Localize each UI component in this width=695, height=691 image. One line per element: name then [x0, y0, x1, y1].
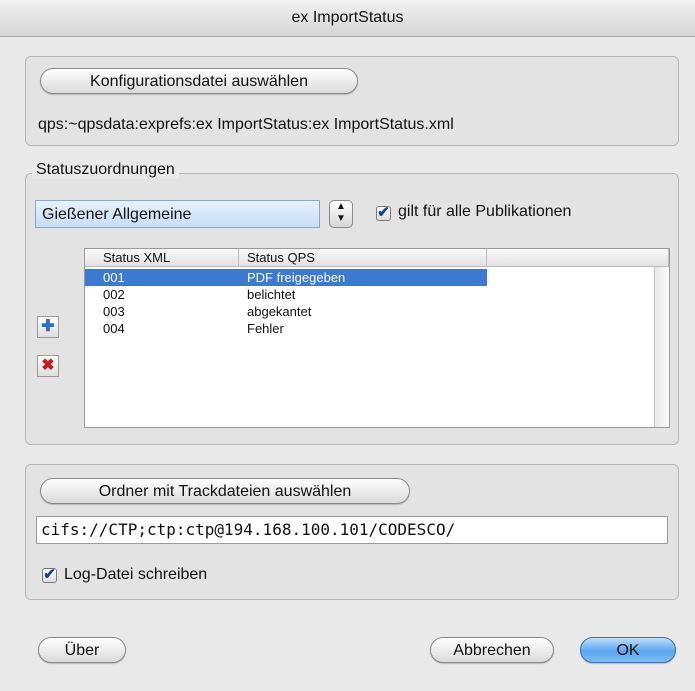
log-file-checkbox[interactable]: ✔ — [42, 567, 57, 583]
cell-status-xml: 001 — [103, 270, 125, 285]
table-scrollbar[interactable] — [654, 267, 669, 427]
cell-status-qps: PDF freigegeben — [247, 270, 346, 285]
cell-status-xml: 002 — [103, 287, 125, 302]
select-config-button[interactable]: Konfigurationsdatei auswählen — [40, 68, 358, 94]
remove-row-button[interactable]: ✖ — [37, 355, 59, 377]
table-row[interactable]: 003 abgekantet — [85, 303, 487, 320]
cancel-button[interactable]: Abbrechen — [430, 637, 554, 663]
all-publications-checkbox[interactable]: ✔ — [376, 205, 391, 221]
log-file-label: Log-Datei schreiben — [64, 566, 208, 583]
all-publications-label: gilt für alle Publikationen — [398, 203, 572, 220]
x-icon: ✖ — [41, 357, 55, 374]
column-header-status-qps[interactable]: Status QPS — [239, 249, 487, 267]
cell-status-qps: Fehler — [247, 321, 284, 336]
ok-button[interactable]: OK — [580, 637, 676, 663]
cell-status-qps: belichtet — [247, 287, 296, 302]
cell-status-xml: 003 — [103, 304, 125, 319]
status-table[interactable]: Status XML Status QPS 001 PDF freigegebe… — [84, 248, 670, 428]
column-header-filler — [487, 249, 669, 267]
cell-status-xml: 004 — [103, 321, 125, 336]
about-button[interactable]: Über — [38, 637, 126, 663]
table-row[interactable]: 002 belichtet — [85, 286, 487, 303]
window-title: ex ImportStatus — [0, 0, 695, 37]
cell-status-qps: abgekantet — [247, 304, 312, 319]
popup-arrows-icon[interactable]: ▲ ▼ — [329, 200, 353, 228]
table-row[interactable]: 001 PDF freigegeben — [85, 269, 487, 286]
track-path-field[interactable]: cifs://CTP;ctp:ctp@194.168.100.101/CODES… — [36, 516, 668, 544]
status-legend: Statuszuordnungen — [32, 161, 179, 179]
add-row-button[interactable]: ✚ — [37, 316, 59, 338]
plus-icon: ✚ — [41, 318, 55, 335]
publication-popup[interactable]: Gießener Allgemeine — [35, 200, 320, 228]
table-row[interactable]: 004 Fehler — [85, 320, 487, 337]
column-header-status-xml[interactable]: Status XML — [85, 249, 239, 267]
config-path: qps:~qpsdata:exprefs:ex ImportStatus:ex … — [38, 116, 454, 133]
select-track-folder-button[interactable]: Ordner mit Trackdateien auswählen — [40, 478, 410, 504]
